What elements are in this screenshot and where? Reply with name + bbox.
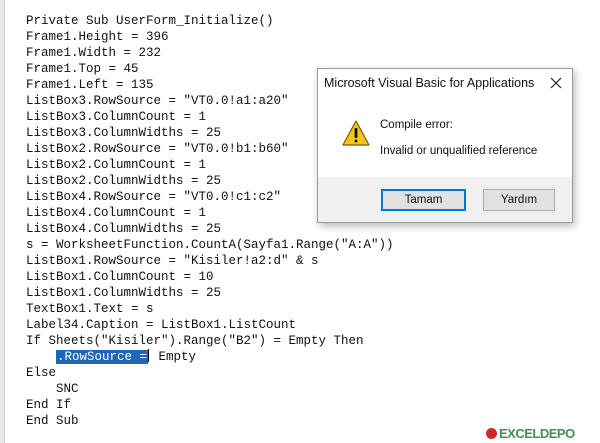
- dialog-button-bar: Tamam Yardım: [318, 177, 572, 222]
- dialog-titlebar[interactable]: Microsoft Visual Basic for Applications: [318, 69, 572, 98]
- code-line[interactable]: s = WorksheetFunction.CountA(Sayfa1.Rang…: [26, 237, 394, 253]
- dialog-body: Compile error: Invalid or unqualified re…: [318, 98, 572, 177]
- code-line[interactable]: ListBox1.RowSource = "Kisiler!a2:d" & s: [26, 253, 394, 269]
- code-line[interactable]: Private Sub UserForm_Initialize(): [26, 13, 394, 29]
- help-button[interactable]: Yardım: [483, 189, 555, 211]
- code-line[interactable]: Else: [26, 365, 394, 381]
- code-line[interactable]: Frame1.Height = 396: [26, 29, 394, 45]
- code-line[interactable]: If Sheets("Kisiler").Range("B2") = Empty…: [26, 333, 394, 349]
- error-message: Invalid or unqualified reference: [380, 145, 538, 157]
- code-line[interactable]: TextBox1.Text = s: [26, 301, 394, 317]
- compile-error-dialog: Microsoft Visual Basic for Applications …: [317, 68, 573, 223]
- highlighted-code-line[interactable]: .RowSource = Empty: [26, 349, 394, 365]
- selected-code[interactable]: .RowSource =: [56, 350, 149, 364]
- watermark-text: EXCELDEPO: [499, 426, 575, 441]
- code-line[interactable]: End If: [26, 397, 394, 413]
- error-heading: Compile error:: [380, 119, 453, 131]
- text-caret: [148, 349, 150, 362]
- code-line[interactable]: ListBox1.ColumnWidths = 25: [26, 285, 394, 301]
- code-text: Empty: [151, 350, 197, 364]
- close-icon[interactable]: [548, 75, 564, 91]
- code-line[interactable]: ListBox1.ColumnCount = 10: [26, 269, 394, 285]
- code-line[interactable]: ListBox4.ColumnWidths = 25: [26, 221, 394, 237]
- dialog-title: Microsoft Visual Basic for Applications: [324, 76, 535, 90]
- code-line[interactable]: SNC: [26, 381, 394, 397]
- code-line[interactable]: End Sub: [26, 413, 394, 429]
- watermark-logo-icon: [486, 428, 497, 439]
- code-line[interactable]: Label34.Caption = ListBox1.ListCount: [26, 317, 394, 333]
- site-watermark: EXCELDEPO: [486, 426, 594, 441]
- warning-icon: [342, 120, 370, 151]
- ok-button[interactable]: Tamam: [381, 189, 466, 211]
- editor-margin: [0, 0, 5, 443]
- code-line[interactable]: Frame1.Width = 232: [26, 45, 394, 61]
